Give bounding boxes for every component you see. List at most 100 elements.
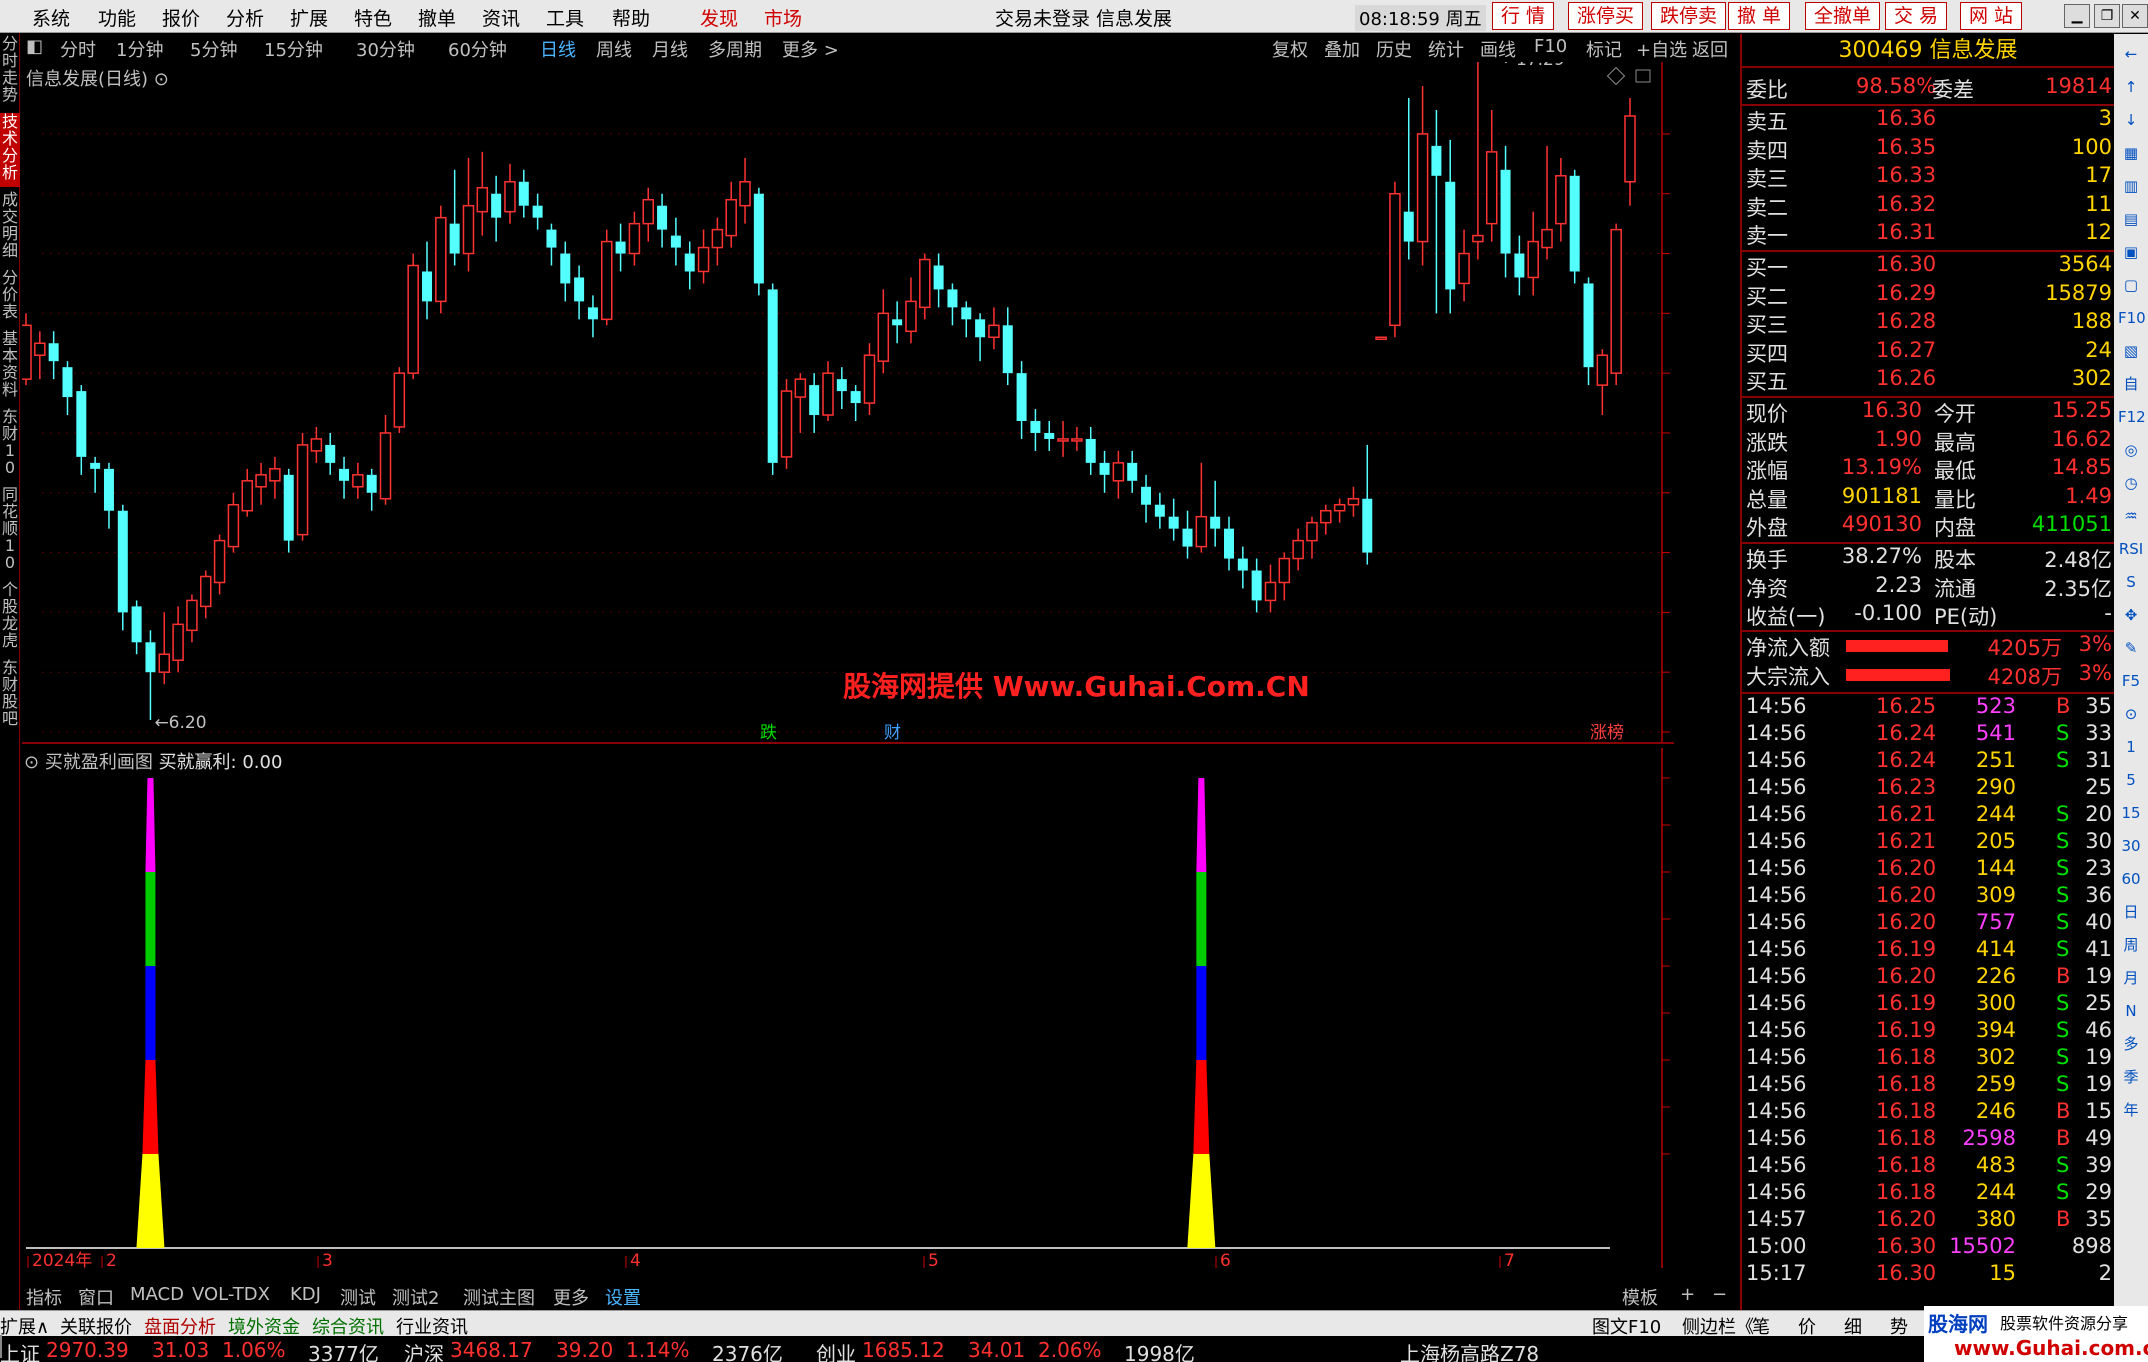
trade-button-6[interactable]: 网 站 <box>1960 2 2023 30</box>
menu-item-8[interactable]: 工具 <box>546 4 584 31</box>
indicator-right-0[interactable]: 模板 <box>1622 1284 1658 1310</box>
main-kline-chart[interactable]: 信息发展(日线) ⊙ 16.0015.0014.0013.0012.0011.0… <box>22 62 1674 744</box>
side-icon-19[interactable]: F5 <box>2118 669 2144 693</box>
left-tab-4[interactable]: 基本资料 <box>0 330 20 404</box>
indicator-tab-7[interactable]: 测试主图 <box>463 1284 535 1310</box>
chart-tool-0[interactable]: 复权 <box>1272 36 1308 62</box>
trade-button-5[interactable]: 交 易 <box>1885 2 1948 30</box>
side-icon-24[interactable]: 30 <box>2118 834 2144 858</box>
side-icon-23[interactable]: 15 <box>2118 801 2144 825</box>
side-icon-29[interactable]: N <box>2118 999 2144 1023</box>
side-icon-31[interactable]: 季 <box>2118 1065 2144 1089</box>
trade-button-2[interactable]: 跌停卖 <box>1651 2 1727 30</box>
side-icon-18[interactable]: ✎ <box>2118 636 2144 660</box>
trade-button-0[interactable]: 行 情 <box>1492 2 1555 30</box>
menu-item-2[interactable]: 报价 <box>162 4 200 31</box>
period-6[interactable]: 日线 <box>540 36 576 62</box>
left-tab-3[interactable]: 分价表 <box>0 269 20 326</box>
menu-red-item-0[interactable]: 发现 <box>700 4 738 31</box>
side-icon-3[interactable]: ▦ <box>2118 141 2144 165</box>
left-tab-0[interactable]: 分时走势 <box>0 35 20 109</box>
trade-button-3[interactable]: 撤 单 <box>1728 2 1791 30</box>
panel-toggle-icon[interactable]: ◧ <box>26 36 43 57</box>
side-icon-21[interactable]: 1 <box>2118 735 2144 759</box>
left-tab-1[interactable]: 技术分析 <box>0 113 20 187</box>
side-icon-13[interactable]: ◷ <box>2118 471 2144 495</box>
period-1[interactable]: 1分钟 <box>116 36 163 62</box>
period-5[interactable]: 60分钟 <box>448 36 507 62</box>
indicator-chart[interactable]: ⊙ 买就盈利画图 买就赢利: 0.00 1.000.900.800.700.60… <box>22 748 1674 1268</box>
period-2[interactable]: 5分钟 <box>190 36 237 62</box>
period-0[interactable]: 分时 <box>60 36 96 62</box>
chart-tool-6[interactable]: 标记 <box>1586 36 1622 62</box>
side-icon-22[interactable]: 5 <box>2118 768 2144 792</box>
indicator-tab-9[interactable]: 设置 <box>605 1284 641 1310</box>
menu-red-item-1[interactable]: 市场 <box>764 4 802 31</box>
menu-item-4[interactable]: 扩展 <box>290 4 328 31</box>
side-icon-2[interactable]: ↓ <box>2118 108 2144 132</box>
indicator-tab-6[interactable]: 测试2 <box>392 1284 439 1310</box>
side-icon-25[interactable]: 60 <box>2118 867 2144 891</box>
indicator-tab-5[interactable]: 测试 <box>340 1284 376 1310</box>
indicator-tab-1[interactable]: 窗口 <box>78 1284 114 1310</box>
trade-button-1[interactable]: 涨停买 <box>1568 2 1644 30</box>
period-9[interactable]: 多周期 <box>708 36 762 62</box>
side-icon-12[interactable]: ◎ <box>2118 438 2144 462</box>
left-tab-6[interactable]: 同花顺10 <box>0 486 20 577</box>
diamond-icon[interactable] <box>1606 66 1626 86</box>
side-icon-17[interactable]: ✥ <box>2118 603 2144 627</box>
indicator-tab-8[interactable]: 更多 <box>553 1284 589 1310</box>
chart-tool-8[interactable]: 返回 <box>1692 36 1728 62</box>
indicator-right-2[interactable]: − <box>1712 1284 1727 1305</box>
chart-tool-3[interactable]: 统计 <box>1428 36 1464 62</box>
period-7[interactable]: 周线 <box>596 36 632 62</box>
side-icon-20[interactable]: ⊙ <box>2118 702 2144 726</box>
side-icon-26[interactable]: 日 <box>2118 900 2144 924</box>
side-icon-15[interactable]: RSI <box>2118 537 2144 561</box>
menu-item-1[interactable]: 功能 <box>98 4 136 31</box>
menu-item-6[interactable]: 撤单 <box>418 4 456 31</box>
indicator-tab-3[interactable]: VOL-TDX <box>192 1284 270 1305</box>
chart-tool-4[interactable]: 画线 <box>1480 36 1516 62</box>
period-3[interactable]: 15分钟 <box>264 36 323 62</box>
minimize-icon[interactable]: ▁ <box>2064 4 2090 28</box>
side-icon-9[interactable]: ▧ <box>2118 339 2144 363</box>
indicator-right-1[interactable]: + <box>1680 1284 1695 1305</box>
side-icon-27[interactable]: 周 <box>2118 933 2144 957</box>
side-icon-28[interactable]: 月 <box>2118 966 2144 990</box>
side-icon-7[interactable]: ▢ <box>2118 273 2144 297</box>
event-marker[interactable]: 涨榜 <box>1590 723 1624 743</box>
chart-tool-1[interactable]: 叠加 <box>1324 36 1360 62</box>
chart-tool-7[interactable]: +自选 <box>1636 36 1687 62</box>
side-icon-14[interactable]: ♒ <box>2118 504 2144 528</box>
restore-icon[interactable]: ❐ <box>2094 4 2120 28</box>
menu-item-5[interactable]: 特色 <box>354 4 392 31</box>
side-icon-1[interactable]: ↑ <box>2118 75 2144 99</box>
period-10[interactable]: 更多 > <box>782 36 839 62</box>
event-marker[interactable]: 财 <box>884 723 901 743</box>
side-icon-30[interactable]: 多 <box>2118 1032 2144 1056</box>
side-icon-10[interactable]: 自 <box>2118 372 2144 396</box>
chart-tool-2[interactable]: 历史 <box>1376 36 1412 62</box>
side-icon-0[interactable]: ← <box>2118 42 2144 66</box>
menu-item-0[interactable]: 系统 <box>32 4 70 31</box>
indicator-tab-2[interactable]: MACD <box>130 1284 184 1305</box>
menu-item-9[interactable]: 帮助 <box>612 4 650 31</box>
menu-item-7[interactable]: 资讯 <box>482 4 520 31</box>
chart-tool-5[interactable]: F10 <box>1534 36 1567 57</box>
side-icon-6[interactable]: ▣ <box>2118 240 2144 264</box>
period-8[interactable]: 月线 <box>652 36 688 62</box>
left-tab-2[interactable]: 成交明细 <box>0 191 20 265</box>
menu-item-3[interactable]: 分析 <box>226 4 264 31</box>
trade-button-4[interactable]: 全撤单 <box>1805 2 1881 30</box>
side-icon-32[interactable]: 年 <box>2118 1098 2144 1122</box>
indicator-tab-4[interactable]: KDJ <box>290 1284 321 1305</box>
left-tab-7[interactable]: 个股龙虎 <box>0 581 20 655</box>
side-icon-16[interactable]: S <box>2118 570 2144 594</box>
left-tab-5[interactable]: 东财10 <box>0 408 20 482</box>
side-icon-11[interactable]: F12 <box>2118 405 2146 429</box>
window-icon[interactable] <box>1635 69 1651 83</box>
side-icon-4[interactable]: ▥ <box>2118 174 2144 198</box>
side-icon-8[interactable]: F10 <box>2118 306 2146 330</box>
indicator-tab-0[interactable]: 指标 <box>26 1284 62 1310</box>
